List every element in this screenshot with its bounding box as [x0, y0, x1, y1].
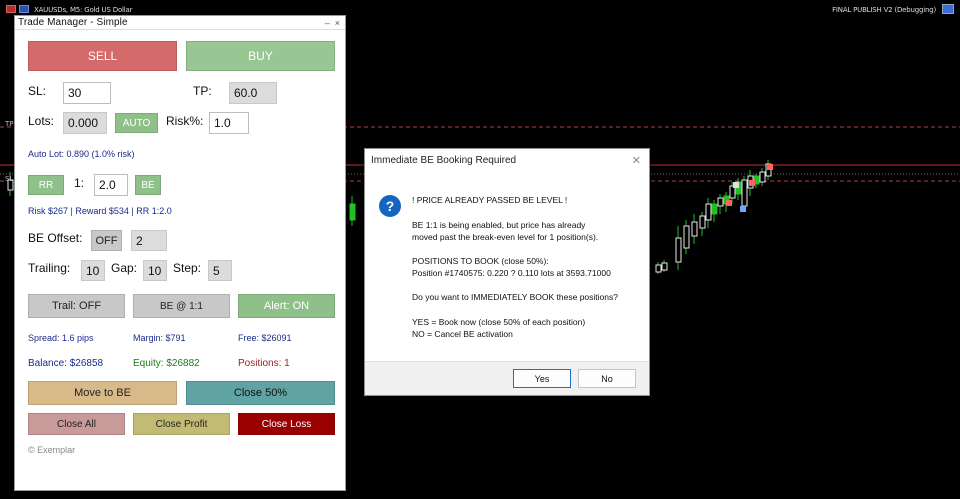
panel-titlebar[interactable]: Trade Manager - Simple – ×	[15, 16, 345, 30]
risk-label: Risk%:	[166, 114, 204, 128]
dialog-titlebar[interactable]: Immediate BE Booking Required ✕	[365, 149, 649, 171]
trade-manager-panel: Trade Manager - Simple – × SELL BUY SL: …	[14, 15, 346, 491]
timeframe-icon[interactable]	[19, 5, 29, 13]
candle-body	[741, 179, 748, 207]
dialog-line-be-enabled: BE 1:1 is being enabled, but price has a…	[412, 220, 586, 230]
dialog-line-no-explain: NO = Cancel BE activation	[412, 329, 513, 339]
tp-input[interactable]: 60.0	[229, 82, 277, 104]
question-icon: ?	[379, 195, 401, 217]
dialog-line-warning: ! PRICE ALREADY PASSED BE LEVEL !	[412, 195, 568, 205]
sl-label: SL:	[28, 84, 47, 98]
auto-lot-info: Auto Lot: 0.890 (1.0% risk)	[28, 149, 135, 159]
rr-ratio-prefix: 1:	[74, 176, 85, 190]
dialog-line-moved-past: moved past the break-even level for 1 po…	[412, 232, 599, 242]
rr-button[interactable]: RR	[28, 175, 64, 195]
candle-body	[717, 197, 724, 207]
trailing-input[interactable]: 10	[81, 260, 105, 281]
candle-body	[759, 171, 766, 183]
ea-name-label: FINAL PUBLISH V2 (Debugging)	[832, 6, 936, 14]
close-50-button[interactable]: Close 50%	[186, 381, 335, 405]
candle-body	[349, 203, 356, 221]
dialog-line-positions-header: POSITIONS TO BOOK (close 50%):	[412, 256, 549, 266]
be-offset-input[interactable]: 2	[131, 230, 167, 251]
candle-body	[691, 221, 698, 237]
ea-status-icon[interactable]	[942, 4, 954, 14]
chart-symbol-label: XAUUSDs, M5: Gold US Dollar	[34, 6, 133, 14]
candle-body	[705, 203, 712, 221]
dialog-close-icon[interactable]: ✕	[632, 154, 641, 167]
no-button[interactable]: No	[578, 369, 636, 388]
free-margin-info: Free: $26091	[238, 333, 292, 343]
step-label: Step:	[173, 261, 202, 275]
tp-label: TP:	[193, 84, 212, 98]
close-all-button[interactable]: Close All	[28, 413, 125, 435]
dialog-line-yes-explain: YES = Book now (close 50% of each positi…	[412, 317, 586, 327]
step-input[interactable]: 5	[208, 260, 232, 281]
be-offset-toggle[interactable]: OFF	[91, 230, 122, 251]
sl-input[interactable]: 30	[63, 82, 111, 104]
buy-button[interactable]: BUY	[186, 41, 335, 71]
left-sl-tag: SL	[5, 175, 14, 183]
candle-body	[655, 264, 662, 273]
be-ratio-button[interactable]: BE @ 1:1	[133, 294, 230, 318]
symbol-flag-icon[interactable]	[6, 5, 16, 13]
yes-button[interactable]: Yes	[513, 369, 571, 388]
positions-info: Positions: 1	[238, 358, 290, 369]
dialog-title: Immediate BE Booking Required	[371, 154, 517, 166]
chart-toolbar-icons[interactable]	[6, 5, 29, 13]
rr-info: Risk $267 | Reward $534 | RR 1:2.0	[28, 206, 172, 216]
candle-body	[711, 203, 718, 215]
dialog-line-question: Do you want to IMMEDIATELY BOOK these po…	[412, 292, 618, 302]
move-to-be-button[interactable]: Move to BE	[28, 381, 177, 405]
candle-body	[683, 225, 690, 249]
equity-info: Equity: $26882	[133, 358, 200, 369]
close-loss-button[interactable]: Close Loss	[238, 413, 335, 435]
trail-toggle-button[interactable]: Trail: OFF	[28, 294, 125, 318]
trailing-label: Trailing:	[28, 261, 71, 275]
minimize-icon[interactable]: –	[325, 18, 330, 28]
rr-input[interactable]: 2.0	[94, 174, 128, 196]
lots-label: Lots:	[28, 114, 55, 128]
alert-toggle-button[interactable]: Alert: ON	[238, 294, 335, 318]
auto-lot-button[interactable]: AUTO	[115, 113, 158, 133]
close-profit-button[interactable]: Close Profit	[133, 413, 230, 435]
be-offset-label: BE Offset:	[28, 231, 83, 245]
gap-label: Gap:	[111, 261, 138, 275]
balance-info: Balance: $26858	[28, 358, 104, 369]
candle-body	[675, 237, 682, 263]
candle-body	[661, 262, 668, 271]
lots-input[interactable]: 0.000	[63, 112, 107, 134]
dialog-footer: Yes No	[365, 361, 649, 395]
candle-body	[699, 215, 706, 229]
margin-info: Margin: $791	[133, 333, 186, 343]
be-button[interactable]: BE	[135, 175, 161, 195]
spread-info: Spread: 1.6 pips	[28, 333, 94, 343]
dialog-body: ? ! PRICE ALREADY PASSED BE LEVEL ! BE 1…	[365, 171, 649, 361]
footer-credit: © Exemplar	[28, 445, 76, 455]
be-booking-dialog: Immediate BE Booking Required ✕ ? ! PRIC…	[364, 148, 650, 396]
panel-title: Trade Manager - Simple	[18, 17, 128, 28]
gap-input[interactable]: 10	[143, 260, 167, 281]
close-icon[interactable]: ×	[335, 18, 340, 28]
sell-button[interactable]: SELL	[28, 41, 177, 71]
left-tp-tag: TP	[5, 120, 14, 128]
dialog-line-position-detail: Position #1740575: 0.220 ? 0.110 lots at…	[412, 268, 611, 278]
risk-input[interactable]: 1.0	[209, 112, 249, 134]
